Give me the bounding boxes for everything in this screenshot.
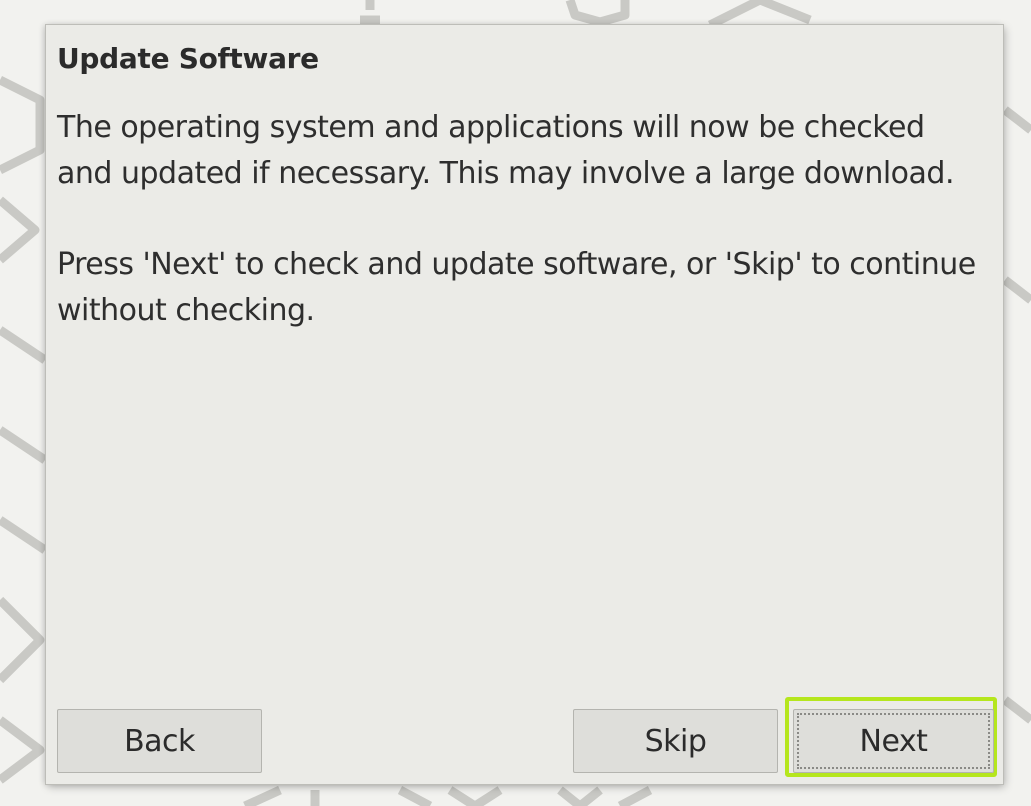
instruction-paragraph: Press 'Next' to check and update softwar… [57,247,976,328]
dialog-title: Update Software [57,42,319,75]
skip-button[interactable]: Skip [573,709,778,773]
next-button[interactable]: Next [793,709,994,773]
update-software-dialog: Update Software The operating system and… [46,25,1003,784]
next-button-label: Next [859,723,928,759]
back-button-label: Back [124,723,195,759]
dialog-body: The operating system and applications wi… [57,105,987,379]
back-button[interactable]: Back [57,709,262,773]
description-paragraph: The operating system and applications wi… [57,110,955,191]
skip-button-label: Skip [644,723,707,759]
